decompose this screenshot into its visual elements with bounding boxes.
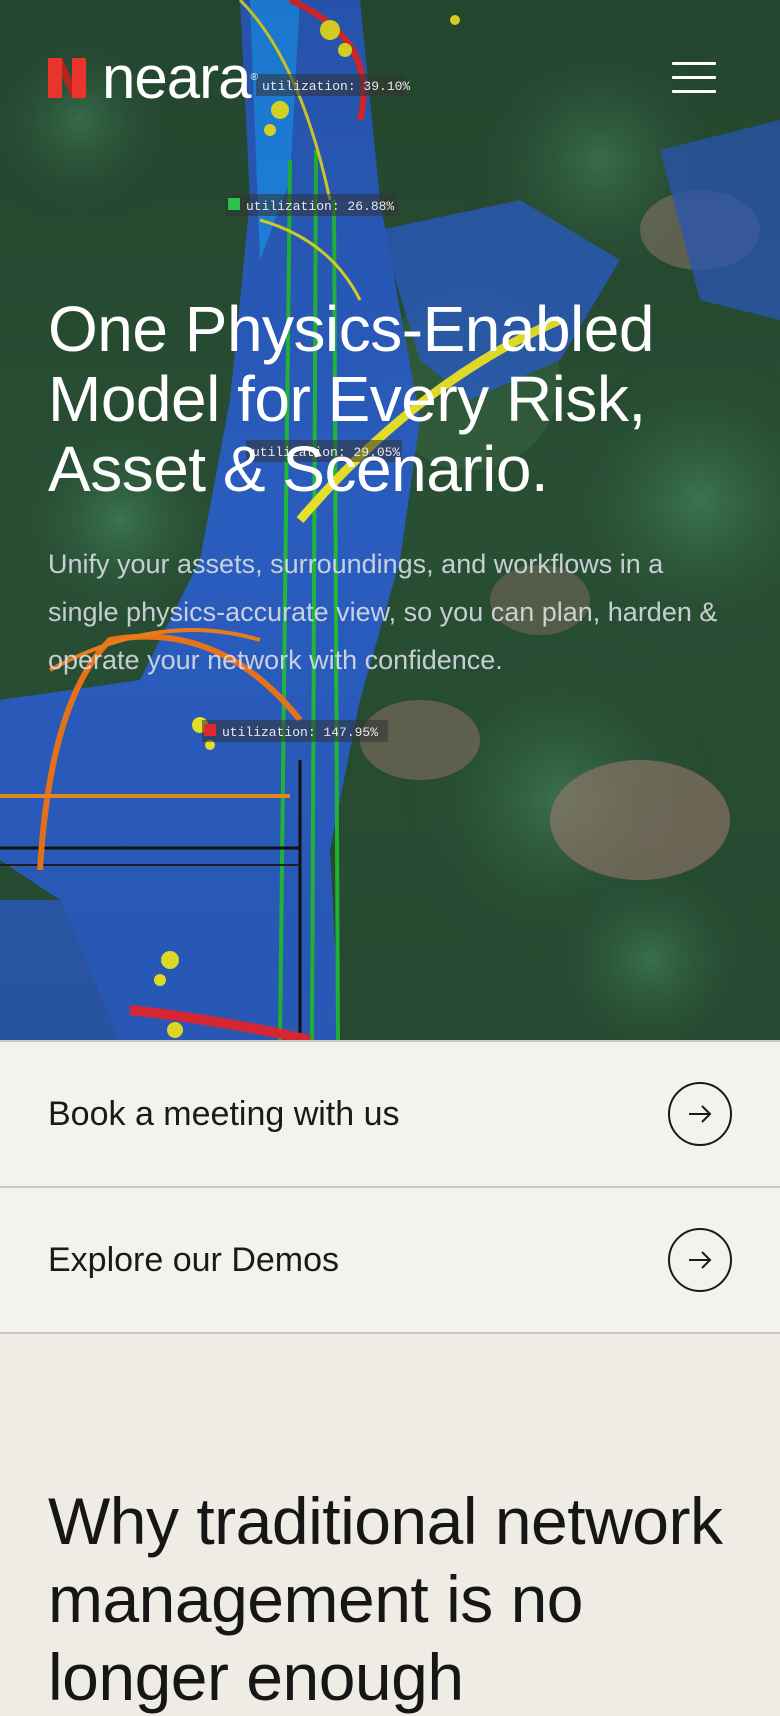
hero-title: One Physics-Enabled Model for Every Risk… [48, 293, 654, 505]
neara-logo-icon [48, 58, 86, 98]
arrow-right-icon[interactable] [668, 1082, 732, 1146]
site-header: neara® [0, 0, 780, 160]
explore-demos-link[interactable]: Explore our Demos [0, 1188, 780, 1334]
arrow-right-icon[interactable] [668, 1228, 732, 1292]
brand-name: neara® [102, 48, 258, 108]
menu-line [672, 76, 716, 79]
brand-text: neara [102, 44, 251, 111]
utilization-label: utilization: 26.88% [246, 199, 394, 214]
section-heading: Why traditional network management is no… [48, 1484, 723, 1714]
book-meeting-link[interactable]: Book a meeting with us [0, 1042, 780, 1188]
hero-subtitle: Unify your assets, surroundings, and wor… [48, 549, 718, 675]
cta-label: Explore our Demos [48, 1240, 340, 1279]
hamburger-menu-icon[interactable] [672, 62, 716, 98]
why-section: Why traditional network management is no… [0, 1334, 780, 1716]
registered-mark: ® [250, 72, 257, 83]
utilization-label: utilization: 147.95% [222, 725, 378, 740]
logo-link[interactable]: neara® [48, 48, 258, 108]
hero-section: utilization: 39.10% utilization: 26.88% … [0, 0, 780, 1040]
menu-line [672, 62, 716, 65]
menu-line [672, 90, 716, 93]
cta-list: Book a meeting with us Explore our Demos [0, 1040, 780, 1334]
cta-label: Book a meeting with us [48, 1094, 400, 1133]
